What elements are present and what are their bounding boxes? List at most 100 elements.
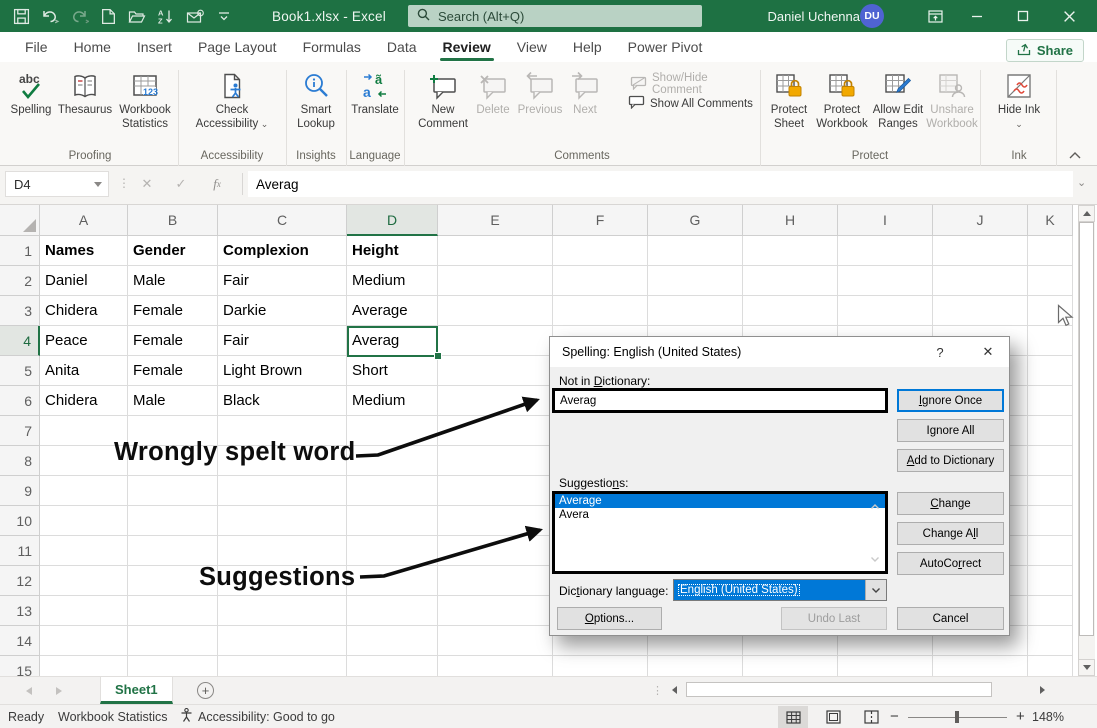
workbook-statistics-button[interactable]: 123 Workbook Statistics: [114, 66, 176, 131]
vertical-scrollbar-thumb[interactable]: [1079, 222, 1094, 636]
hide-ink-button[interactable]: Hide Ink: [997, 66, 1041, 131]
cell-A10[interactable]: [40, 506, 128, 536]
thesaurus-button[interactable]: Thesaurus: [56, 66, 114, 118]
cell-A1[interactable]: Names: [40, 236, 128, 266]
row-header-9[interactable]: 9: [0, 476, 40, 506]
cell-D13[interactable]: [347, 596, 438, 626]
cell-K14[interactable]: [1028, 626, 1073, 656]
options-button[interactable]: Options...: [557, 607, 662, 630]
cell-E7[interactable]: [438, 416, 553, 446]
cell-K2[interactable]: [1028, 266, 1073, 296]
dialog-help-icon[interactable]: ?: [920, 337, 960, 367]
cell-A13[interactable]: [40, 596, 128, 626]
cell-K11[interactable]: [1028, 536, 1073, 566]
row-header-11[interactable]: 11: [0, 536, 40, 566]
cell-A4[interactable]: Peace: [40, 326, 128, 356]
collapse-ribbon-icon[interactable]: [1068, 147, 1082, 165]
cell-K12[interactable]: [1028, 566, 1073, 596]
expand-formula-bar-icon[interactable]: ⌄: [1077, 176, 1086, 189]
cancel-button[interactable]: Cancel: [897, 607, 1004, 630]
cell-D3[interactable]: Average: [347, 296, 438, 326]
hscroll-right-icon[interactable]: [1034, 682, 1050, 698]
row-header-7[interactable]: 7: [0, 416, 40, 446]
row-header-15[interactable]: 15: [0, 656, 40, 676]
check-accessibility-button[interactable]: Check Accessibility: [187, 66, 277, 131]
protect-sheet-button[interactable]: Protect Sheet: [764, 66, 814, 131]
dialog-close-icon[interactable]: ✕: [968, 337, 1008, 367]
tab-scroll-splitter[interactable]: ⋮: [652, 684, 663, 697]
cell-B5[interactable]: Female: [128, 356, 218, 386]
zoom-slider-thumb[interactable]: [955, 711, 959, 723]
cell-I15[interactable]: [838, 656, 933, 676]
email-icon[interactable]: [184, 5, 206, 27]
ignore-once-button[interactable]: Ignore Once: [897, 389, 1004, 412]
cell-I3[interactable]: [838, 296, 933, 326]
search-input[interactable]: Search (Alt+Q): [408, 5, 702, 27]
sheet-tab-sheet1[interactable]: Sheet1: [100, 677, 173, 704]
cell-E13[interactable]: [438, 596, 553, 626]
cell-E2[interactable]: [438, 266, 553, 296]
cell-B1[interactable]: Gender: [128, 236, 218, 266]
ignore-all-button[interactable]: Ignore All: [897, 419, 1004, 442]
cancel-entry-icon[interactable]: ✕: [134, 171, 160, 197]
cell-D12[interactable]: [347, 566, 438, 596]
next-comment-button[interactable]: Next: [564, 66, 606, 118]
name-box[interactable]: D4: [5, 171, 109, 197]
cell-F3[interactable]: [553, 296, 648, 326]
cell-J15[interactable]: [933, 656, 1028, 676]
cell-F2[interactable]: [553, 266, 648, 296]
cell-E15[interactable]: [438, 656, 553, 676]
cell-C10[interactable]: [218, 506, 347, 536]
cell-A5[interactable]: Anita: [40, 356, 128, 386]
tab-power-pivot[interactable]: Power Pivot: [615, 32, 716, 62]
allow-edit-ranges-button[interactable]: Allow Edit Ranges: [870, 66, 926, 131]
tab-help[interactable]: Help: [560, 32, 615, 62]
show-hide-comment-button[interactable]: Show/Hide Comment: [630, 72, 758, 96]
cell-D14[interactable]: [347, 626, 438, 656]
cell-G2[interactable]: [648, 266, 743, 296]
scroll-down-icon[interactable]: [1078, 659, 1095, 676]
cell-K5[interactable]: [1028, 356, 1073, 386]
tab-review[interactable]: Review: [430, 32, 504, 62]
cell-H1[interactable]: [743, 236, 838, 266]
cell-E1[interactable]: [438, 236, 553, 266]
cell-G1[interactable]: [648, 236, 743, 266]
row-header-10[interactable]: 10: [0, 506, 40, 536]
cell-C9[interactable]: [218, 476, 347, 506]
tab-data[interactable]: Data: [374, 32, 430, 62]
cell-A14[interactable]: [40, 626, 128, 656]
cell-C11[interactable]: [218, 536, 347, 566]
cell-A12[interactable]: [40, 566, 128, 596]
status-accessibility[interactable]: Accessibility: Good to go: [180, 705, 335, 728]
tab-page-layout[interactable]: Page Layout: [185, 32, 290, 62]
view-normal-icon[interactable]: [778, 706, 808, 728]
cell-C2[interactable]: Fair: [218, 266, 347, 296]
cell-K9[interactable]: [1028, 476, 1073, 506]
listbox-scroll-up-icon[interactable]: [870, 499, 880, 513]
cell-A9[interactable]: [40, 476, 128, 506]
column-header-C[interactable]: C: [218, 205, 347, 236]
listbox-scroll-down-icon[interactable]: [870, 552, 880, 566]
cell-E6[interactable]: [438, 386, 553, 416]
select-all-button[interactable]: [0, 205, 40, 236]
row-header-8[interactable]: 8: [0, 446, 40, 476]
cell-A15[interactable]: [40, 656, 128, 676]
tab-file[interactable]: File: [12, 32, 61, 62]
cell-J1[interactable]: [933, 236, 1028, 266]
cell-H15[interactable]: [743, 656, 838, 676]
fill-handle[interactable]: [434, 352, 442, 360]
cell-A3[interactable]: Chidera: [40, 296, 128, 326]
translate-button[interactable]: ãa Translate: [350, 66, 400, 118]
row-header-1[interactable]: 1: [0, 236, 40, 266]
cell-I1[interactable]: [838, 236, 933, 266]
cell-E5[interactable]: [438, 356, 553, 386]
row-header-12[interactable]: 12: [0, 566, 40, 596]
save-icon[interactable]: [10, 5, 32, 27]
cell-F1[interactable]: [553, 236, 648, 266]
customize-qat-icon[interactable]: [213, 5, 235, 27]
minimize-icon[interactable]: [958, 0, 996, 32]
avatar[interactable]: DU: [860, 4, 884, 28]
formula-input[interactable]: Averag: [248, 171, 1073, 197]
hscroll-left-icon[interactable]: [666, 682, 682, 698]
cell-E4[interactable]: [438, 326, 553, 356]
